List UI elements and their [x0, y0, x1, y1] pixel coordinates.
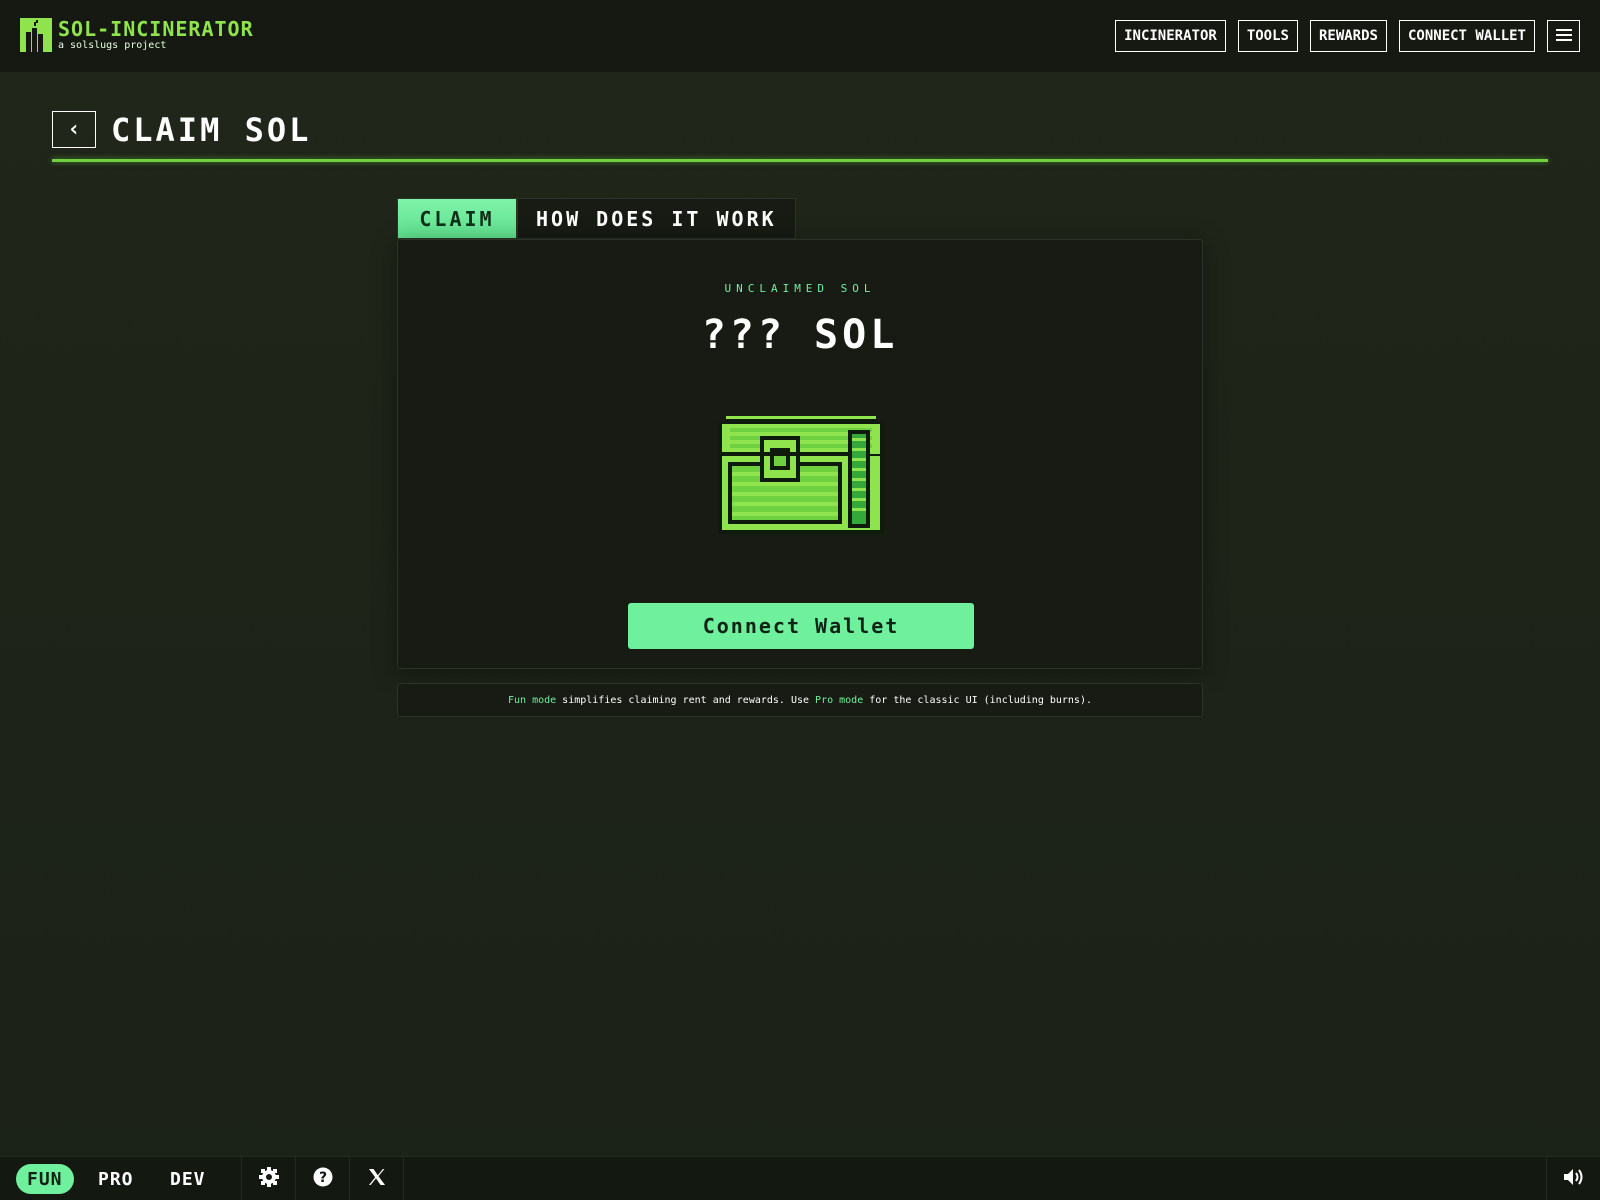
help-button[interactable]: ?	[295, 1157, 349, 1200]
brand[interactable]: SOL-INCINERATOR a solslugs project	[20, 18, 254, 52]
tab-claim[interactable]: CLAIM	[397, 198, 517, 239]
settings-icon	[258, 1167, 279, 1191]
nav-connect-wallet-button[interactable]: CONNECT WALLET	[1398, 20, 1535, 52]
unclaimed-label: UNCLAIMED SOL	[724, 282, 876, 295]
claim-card: UNCLAIMED SOL ??? SOL Connect Wallet	[397, 239, 1203, 669]
nav-tools-button[interactable]: TOOLS	[1237, 20, 1298, 52]
tab-how-does-it-work[interactable]: HOW DOES IT WORK	[517, 198, 796, 239]
pro-mode-link[interactable]: Pro mode	[815, 695, 863, 706]
main-nav: INCINERATOR TOOLS REWARDS CONNECT WALLET	[1103, 20, 1580, 52]
treasure-chest-icon	[712, 416, 890, 534]
nav-incinerator-button[interactable]: INCINERATOR	[1115, 20, 1226, 52]
brand-subtitle: a solslugs project	[58, 40, 167, 51]
note-text-middle: simplifies claiming rent and rewards. Us…	[556, 694, 816, 706]
unclaimed-amount: ??? SOL	[701, 312, 899, 358]
incinerator-logo-icon	[20, 18, 52, 52]
note-text-end: for the classic UI (including burns).	[863, 694, 1092, 706]
connect-wallet-button[interactable]: Connect Wallet	[628, 603, 974, 649]
page-title: CLAIM SOL	[111, 111, 312, 149]
svg-text:?: ?	[318, 1170, 326, 1186]
sound-toggle-button[interactable]	[1546, 1157, 1600, 1200]
x-twitter-icon	[368, 1168, 386, 1190]
nav-rewards-button[interactable]: REWARDS	[1309, 20, 1387, 52]
claim-tabs: CLAIM HOW DOES IT WORK	[397, 198, 796, 239]
help-icon: ?	[313, 1167, 333, 1191]
brand-title: SOL-INCINERATOR	[58, 17, 254, 41]
mode-pro-button[interactable]: PRO	[98, 1164, 134, 1194]
x-twitter-button[interactable]	[349, 1157, 403, 1200]
toolbar-divider	[403, 1157, 404, 1200]
fun-mode-link[interactable]: Fun mode	[508, 695, 556, 706]
volume-icon	[1563, 1168, 1585, 1190]
back-button[interactable]: ‹	[52, 111, 96, 148]
mode-dev-button[interactable]: DEV	[170, 1164, 206, 1194]
title-divider	[52, 159, 1548, 162]
hamburger-icon	[1555, 26, 1572, 47]
mode-fun-button[interactable]: FUN	[16, 1164, 74, 1194]
mode-info-note: Fun mode simplifies claiming rent and re…	[397, 683, 1203, 717]
top-navigation-bar: SOL-INCINERATOR a solslugs project INCIN…	[0, 0, 1600, 72]
menu-button[interactable]	[1547, 20, 1580, 52]
chevron-left-icon: ‹	[67, 117, 81, 142]
settings-button[interactable]	[241, 1157, 295, 1200]
bottom-toolbar: FUN PRO DEV ?	[0, 1156, 1600, 1200]
